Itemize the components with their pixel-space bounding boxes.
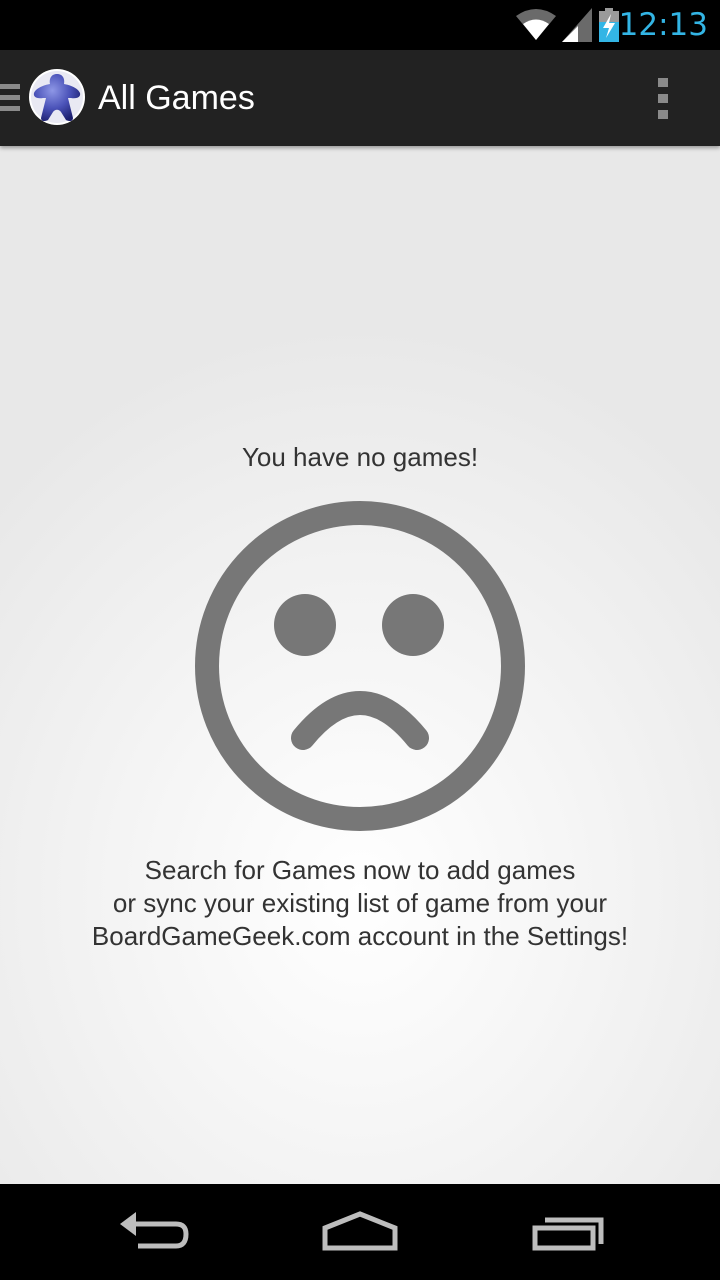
wifi-icon (516, 9, 556, 40)
meeple-logo-icon (29, 69, 85, 125)
drawer-toggle-button[interactable] (0, 50, 92, 146)
action-bar: All Games (0, 50, 720, 146)
overflow-menu-icon (658, 78, 668, 87)
status-icons (516, 6, 620, 44)
status-clock: 12:13 (618, 7, 708, 43)
home-icon (322, 1211, 398, 1251)
navigation-bar (0, 1184, 720, 1280)
empty-state-message-line: Search for Games now to add games (144, 855, 576, 885)
empty-state-message: Search for Games now to add games or syn… (0, 854, 720, 953)
sad-face-icon (195, 501, 525, 831)
back-button[interactable] (98, 1202, 208, 1262)
battery-charging-icon (599, 8, 619, 42)
page-title: All Games (98, 79, 255, 117)
empty-state-message-line: or sync your existing list of game from … (112, 888, 608, 918)
back-icon (120, 1212, 189, 1249)
status-bar: 12:13 (0, 0, 720, 50)
phone-screen: 12:13 All Games You have no games! Searc… (0, 0, 720, 1280)
empty-state-message-line: BoardGameGeek.com account in the Setting… (91, 921, 629, 951)
recents-icon (532, 1217, 604, 1251)
empty-state-title: You have no games! (241, 442, 479, 472)
home-button[interactable] (305, 1202, 415, 1262)
overflow-menu-button[interactable] (642, 74, 684, 122)
drawer-menu-icon (0, 84, 20, 112)
empty-state-container: You have no games! Search for Games now … (0, 146, 720, 1184)
cell-signal-icon (562, 8, 592, 42)
recents-button[interactable] (513, 1202, 623, 1262)
